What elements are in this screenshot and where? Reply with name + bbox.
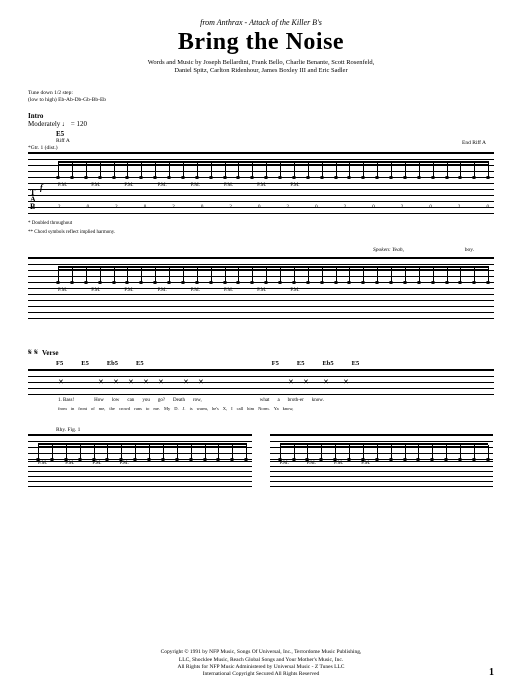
riff-a-label: Riff A bbox=[56, 138, 494, 144]
rhy-tab-2 bbox=[270, 461, 494, 491]
notes-row bbox=[58, 163, 489, 177]
lyrics-line1: 1. Bass! How low can you go? Death row, … bbox=[58, 398, 489, 403]
source-prefix: from Anthrax - bbox=[200, 18, 249, 27]
tab-staff-2 bbox=[28, 288, 494, 322]
tuning-line1: Tune down 1/2 step: bbox=[28, 90, 494, 97]
chord: E5 bbox=[297, 360, 305, 367]
verse-header: 𝄋 𝄋 Verse bbox=[28, 342, 494, 360]
header: from Anthrax - Attack of the Killer B's … bbox=[28, 18, 494, 76]
rhy-staff-2: P.M.P.M. P.M.P.M. bbox=[270, 434, 494, 458]
chord: F5 bbox=[272, 360, 279, 367]
credits: Words and Music by Joseph Bellardini, Fr… bbox=[28, 59, 494, 76]
footnote-doubled: * Doubled throughout bbox=[28, 221, 494, 226]
notes-row-2 bbox=[58, 268, 489, 282]
lyrics-line2: from in front of me, the crowd runs to m… bbox=[58, 406, 489, 411]
rhy-tab-1 bbox=[28, 461, 252, 491]
verse-label: Verse bbox=[42, 349, 58, 357]
intro-label: Intro bbox=[28, 112, 494, 120]
copyright-line3: All Rights for NFP Music Administered by… bbox=[0, 664, 522, 671]
rhy-measure-1: P.M.P.M. P.M.P.M. bbox=[28, 434, 252, 491]
tab-numbers: 20 20 20 20 20 20 20 20 bbox=[58, 205, 489, 210]
tuning-line2: (low to high) Eb-Ab-Db-Gb-Bb-Eb bbox=[28, 97, 494, 104]
intro-section: Intro Moderately ♩ = 120 E5 Riff A *Gtr.… bbox=[28, 112, 494, 235]
notation-staff: f P.M. P.M. P.M. P.M. P.M. P.M. P.M. P.M… bbox=[28, 152, 494, 180]
vocal-staff: ✕ ✕✕ ✕✕ ✕✕ ✕ ✕✕ ✕✕ 1. Bass! How low can … bbox=[28, 369, 494, 409]
copyright-line2: LLC, Shocklee Music, Reach Global Songs … bbox=[0, 657, 522, 664]
credits-line2: Daniel Spitz, Carlton Ridenhour, James B… bbox=[28, 67, 494, 75]
lyric-num: 1. Bass! bbox=[58, 398, 74, 403]
rhy-measure-2: P.M.P.M. P.M.P.M. bbox=[270, 434, 494, 491]
source-album: Attack of the Killer B's bbox=[249, 18, 322, 27]
chord-row: F5 E5 Eb5 E5 F5 E5 Eb5 E5 bbox=[56, 360, 494, 367]
rhy-staff-1: P.M.P.M. P.M.P.M. bbox=[28, 434, 252, 458]
source-line: from Anthrax - Attack of the Killer B's bbox=[28, 18, 494, 27]
tuning-block: Tune down 1/2 step: (low to high) Eb-Ab-… bbox=[28, 90, 494, 104]
song-title: Bring the Noise bbox=[28, 29, 494, 56]
verse-section: 𝄋 𝄋 Verse F5 E5 Eb5 E5 F5 E5 Eb5 E5 ✕ ✕✕… bbox=[28, 342, 494, 491]
footnote-chord-symbols: ** Chord symbols reflect implied harmony… bbox=[28, 230, 494, 235]
chord: E5 bbox=[352, 360, 360, 367]
page-number: 1 bbox=[489, 667, 494, 678]
staff-system-1: End Riff A f P.M. P.M. bbox=[28, 152, 494, 217]
copyright-block: Copyright © 1991 by NFP Music, Songs Of … bbox=[0, 649, 522, 678]
chord-e5: E5 bbox=[56, 130, 494, 138]
staff-system-2: Spoken: Yeah, boy. P.M.P.M. P.M.P.M. P.M… bbox=[28, 257, 494, 322]
notation-staff-2: P.M.P.M. P.M.P.M. P.M.P.M. P.M.P.M. bbox=[28, 257, 494, 285]
guitar-label: *Gtr. 1 (dist.) bbox=[28, 145, 494, 151]
chord: Eb5 bbox=[107, 360, 118, 367]
tab-staff-1: TAB 20 20 20 20 20 20 20 20 bbox=[28, 183, 494, 217]
copyright-line4: International Copyright Secured All Righ… bbox=[0, 671, 522, 678]
segno-icon: 𝄋 𝄋 bbox=[28, 347, 38, 357]
chord: E5 bbox=[81, 360, 89, 367]
tempo-marking: Moderately ♩ = 120 bbox=[28, 120, 494, 128]
rhy-notes-1 bbox=[38, 445, 247, 459]
chord: E5 bbox=[136, 360, 144, 367]
rhy-notes-2 bbox=[280, 445, 489, 459]
credits-line1: Words and Music by Joseph Bellardini, Fr… bbox=[28, 59, 494, 67]
chord: Eb5 bbox=[322, 360, 333, 367]
chord: F5 bbox=[56, 360, 63, 367]
end-riff-label: End Riff A bbox=[462, 140, 486, 146]
rhy-fig-label: Rhy. Fig. 1 bbox=[56, 427, 494, 433]
copyright-line1: Copyright © 1991 by NFP Music, Songs Of … bbox=[0, 649, 522, 656]
spoken-label: Spoken: Yeah, bbox=[373, 247, 404, 253]
boy-lyric: boy. bbox=[465, 247, 474, 253]
